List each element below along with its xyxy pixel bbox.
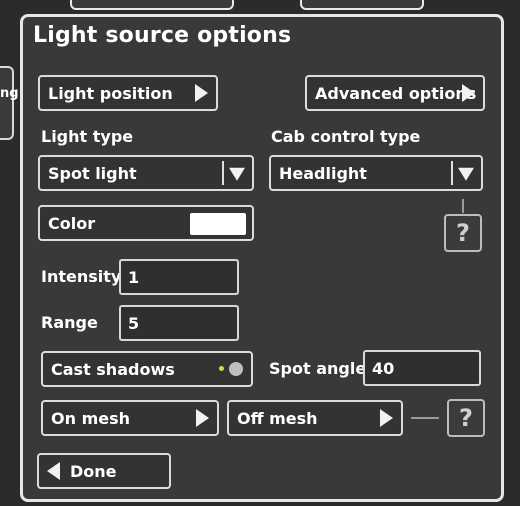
intensity-label: Intensity [41,267,122,286]
range-label: Range [41,313,98,332]
color-label: Color [48,213,96,233]
spot-angle-input[interactable]: 40 [363,350,481,386]
panel-title: Light source options [33,23,292,48]
on-mesh-label: On mesh [51,408,130,428]
light-position-label: Light position [48,83,173,103]
background-window-fragment: ng [0,66,19,140]
off-mesh-label: Off mesh [237,408,318,428]
light-type-heading: Light type [41,127,134,146]
chevron-down-icon [229,167,245,181]
connector-line [411,417,439,419]
on-mesh-button[interactable]: On mesh [41,400,219,436]
light-type-dropdown[interactable]: Spot light [38,155,254,191]
background-tab-fragment [300,0,424,10]
advanced-options-button[interactable]: Advanced options [305,75,485,111]
background-tab-label: ng [0,86,19,101]
light-position-button[interactable]: Light position [38,75,218,111]
done-label: Done [70,461,117,481]
help-button-cab-control[interactable]: ? [444,214,482,252]
chevron-right-icon [380,409,393,427]
chevron-right-icon [195,84,208,102]
chevron-left-icon [47,462,60,480]
cab-control-dropdown[interactable]: Headlight [269,155,483,191]
chevron-right-icon [462,84,475,102]
cab-control-value: Headlight [279,163,367,183]
cab-control-heading: Cab control type [271,127,421,146]
help-button-mesh[interactable]: ? [447,399,485,437]
range-input[interactable]: 5 [119,305,239,341]
done-button[interactable]: Done [37,453,171,489]
toggle-on-indicator-icon [219,366,224,371]
toggle-knob-icon [229,362,243,376]
light-type-value: Spot light [48,163,137,183]
advanced-options-label: Advanced options [315,83,477,103]
light-source-options-panel: Light source options Light position Adva… [20,14,504,502]
off-mesh-button[interactable]: Off mesh [227,400,403,436]
intensity-input[interactable]: 1 [119,259,239,295]
background-tab-fragment [70,0,234,10]
dropdown-divider [222,161,224,185]
cast-shadows-toggle[interactable]: Cast shadows [41,351,253,387]
spot-angle-label: Spot angle [269,359,367,378]
dropdown-divider [451,161,453,185]
color-swatch [190,213,246,235]
chevron-down-icon [458,167,474,181]
chevron-right-icon [196,409,209,427]
color-button[interactable]: Color [38,205,254,241]
cast-shadows-label: Cast shadows [51,359,175,379]
connector-line [462,199,464,213]
